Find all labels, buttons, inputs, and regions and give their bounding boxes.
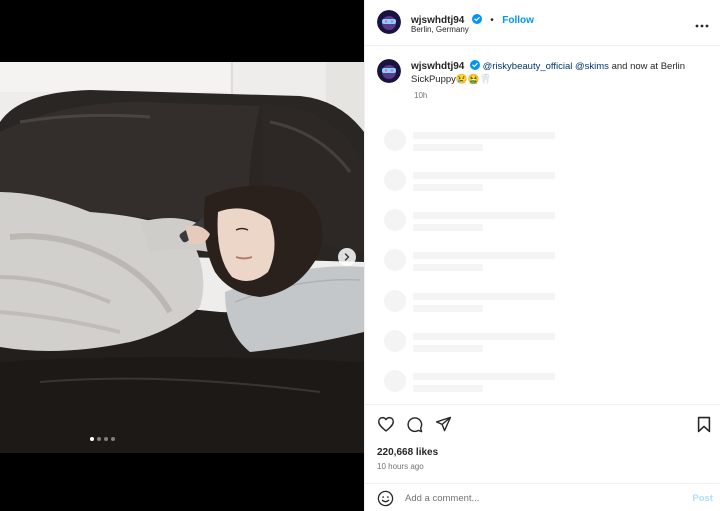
smiley-icon	[377, 490, 394, 507]
comment-skeleton	[384, 370, 564, 396]
verified-badge-icon	[471, 14, 482, 24]
comment-skeleton	[384, 169, 564, 195]
carousel-dot	[97, 437, 101, 441]
comment-skeleton	[384, 249, 564, 275]
comment-button[interactable]	[406, 416, 423, 438]
comment-skeleton	[384, 330, 564, 356]
save-button[interactable]	[697, 416, 711, 438]
comment-skeleton	[384, 290, 564, 316]
like-button[interactable]	[377, 416, 395, 437]
avatar[interactable]	[377, 10, 401, 34]
post-side-panel: wjswhdtj94 • Follow Berlin, Germany wjsw…	[364, 0, 720, 511]
heart-icon	[377, 416, 394, 432]
carousel-dot	[111, 437, 115, 441]
post-photo[interactable]	[0, 62, 364, 453]
next-slide-button[interactable]	[338, 248, 356, 266]
caption-avatar[interactable]	[377, 59, 401, 83]
comment-input[interactable]	[405, 489, 675, 507]
verified-badge-icon	[470, 60, 480, 70]
caption-username[interactable]: wjswhdtj94	[411, 61, 464, 72]
bookmark-icon	[697, 416, 711, 433]
more-options-button[interactable]	[695, 15, 709, 33]
chevron-right-icon	[344, 253, 350, 261]
post-media	[0, 0, 364, 511]
likes-count[interactable]: 220,668 likes	[377, 447, 438, 458]
comment-skeleton	[384, 209, 564, 235]
follow-button[interactable]: Follow	[502, 15, 534, 26]
post-comment-button[interactable]: Post	[692, 493, 713, 504]
caption: wjswhdtj94 @riskybeauty_official @skims …	[411, 60, 701, 86]
comment-skeleton	[384, 129, 564, 155]
carousel-dot	[104, 437, 108, 441]
mention-link[interactable]: @riskybeauty_official	[483, 61, 573, 72]
caption-timestamp[interactable]: 10h	[414, 91, 427, 100]
carousel-indicator	[90, 437, 115, 441]
dot-separator: •	[490, 15, 494, 26]
mention-link[interactable]: @skims	[575, 61, 609, 72]
location-link[interactable]: Berlin, Germany	[411, 25, 469, 34]
emoji-button[interactable]	[377, 490, 394, 511]
comment-form: Post	[365, 483, 720, 511]
paper-plane-icon	[435, 416, 452, 432]
more-options-icon	[695, 24, 709, 28]
comment-bubble-icon	[407, 417, 423, 433]
post-header: wjswhdtj94 • Follow Berlin, Germany	[365, 0, 720, 46]
caption-emojis: 😢🤮🦷	[455, 74, 492, 85]
post-timestamp[interactable]: 10 hours ago	[377, 462, 424, 471]
carousel-dot	[90, 437, 94, 441]
share-button[interactable]	[435, 416, 452, 437]
